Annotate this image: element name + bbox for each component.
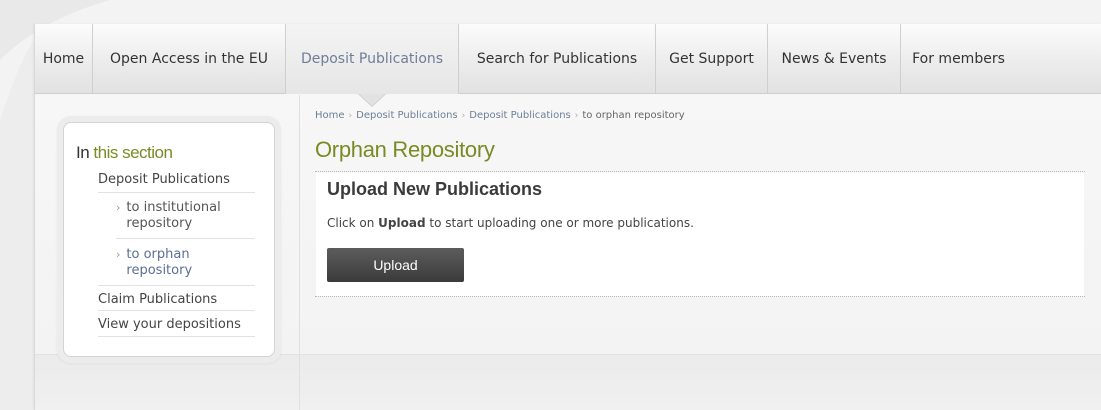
breadcrumb-separator-icon: › bbox=[461, 111, 466, 121]
bottom-band bbox=[35, 354, 1101, 410]
chevron-right-icon: › bbox=[116, 248, 121, 261]
nav-search-publications[interactable]: Search for Publications bbox=[459, 24, 656, 94]
sidebar-item-institutional-repository[interactable]: › to institutional repository bbox=[116, 200, 256, 232]
upload-panel: Upload New Publications Click on Upload … bbox=[316, 173, 1084, 296]
nav-deposit-publications[interactable]: Deposit Publications bbox=[286, 24, 459, 107]
nav-news-events[interactable]: News & Events bbox=[768, 24, 901, 94]
sidebar-divider bbox=[98, 310, 255, 311]
sidebar-title-prefix: In bbox=[76, 143, 90, 162]
panel-instructions: Click on Upload to start uploading one o… bbox=[327, 216, 694, 230]
breadcrumb-current: to orphan repository bbox=[582, 110, 685, 121]
breadcrumb-deposit-publications[interactable]: Deposit Publications bbox=[356, 110, 458, 121]
active-indicator bbox=[359, 94, 385, 106]
page-container: Home Open Access in the EU Deposit Publi… bbox=[34, 24, 1101, 410]
sidebar-title-rest: this section bbox=[89, 143, 173, 162]
nav-members-label: For members bbox=[912, 51, 1005, 67]
breadcrumb-home[interactable]: Home bbox=[315, 110, 345, 121]
instructions-text-end: to start uploading one or more publicati… bbox=[425, 216, 694, 230]
sidebar-orphan-label: to orphan repository bbox=[126, 247, 193, 278]
sidebar-item-view-depositions[interactable]: View your depositions bbox=[98, 317, 241, 333]
sidebar-institutional-label: to institutional repository bbox=[126, 200, 221, 231]
sidebar-item-orphan-repository[interactable]: › to orphan repository bbox=[116, 247, 256, 279]
breadcrumb-separator-icon: › bbox=[574, 111, 579, 121]
sidebar-title: In this section bbox=[76, 143, 173, 163]
instructions-text-bold: Upload bbox=[378, 216, 426, 230]
nav-open-access-label: Open Access in the EU bbox=[110, 51, 268, 67]
nav-support-label: Get Support bbox=[669, 51, 754, 67]
sidebar-item-deposit-publications[interactable]: Deposit Publications bbox=[98, 172, 230, 188]
breadcrumb-deposit-publications-2[interactable]: Deposit Publications bbox=[469, 110, 571, 121]
panel-bottom-divider bbox=[315, 296, 1085, 297]
nav-home[interactable]: Home bbox=[35, 24, 93, 94]
nav-news-label: News & Events bbox=[781, 51, 887, 67]
panel-heading: Upload New Publications bbox=[327, 179, 543, 199]
nav-for-members[interactable]: For members bbox=[901, 24, 1016, 94]
nav-search-label: Search for Publications bbox=[476, 51, 638, 67]
breadcrumb: Home › Deposit Publications › Deposit Public… bbox=[315, 110, 685, 121]
sidebar-divider bbox=[116, 238, 255, 239]
chevron-right-icon: › bbox=[116, 201, 121, 214]
main-nav: Home Open Access in the EU Deposit Publi… bbox=[35, 24, 1101, 107]
sidebar-item-claim-publications[interactable]: Claim Publications bbox=[98, 292, 217, 308]
section-sidebar: In this section Deposit Publications › to… bbox=[63, 122, 275, 357]
page-title: Orphan Repository bbox=[315, 137, 495, 162]
nav-deposit-label: Deposit Publications bbox=[300, 51, 444, 67]
nav-home-label: Home bbox=[42, 51, 85, 67]
breadcrumb-separator-icon: › bbox=[348, 111, 353, 121]
title-divider bbox=[315, 171, 1085, 172]
column-divider bbox=[299, 95, 300, 410]
nav-get-support[interactable]: Get Support bbox=[656, 24, 768, 94]
sidebar-divider bbox=[98, 192, 255, 193]
upload-button[interactable]: Upload bbox=[327, 248, 464, 282]
nav-open-access[interactable]: Open Access in the EU bbox=[93, 24, 286, 94]
sidebar-divider bbox=[98, 285, 255, 286]
sidebar-divider bbox=[98, 336, 255, 337]
instructions-text-start: Click on bbox=[327, 216, 379, 230]
